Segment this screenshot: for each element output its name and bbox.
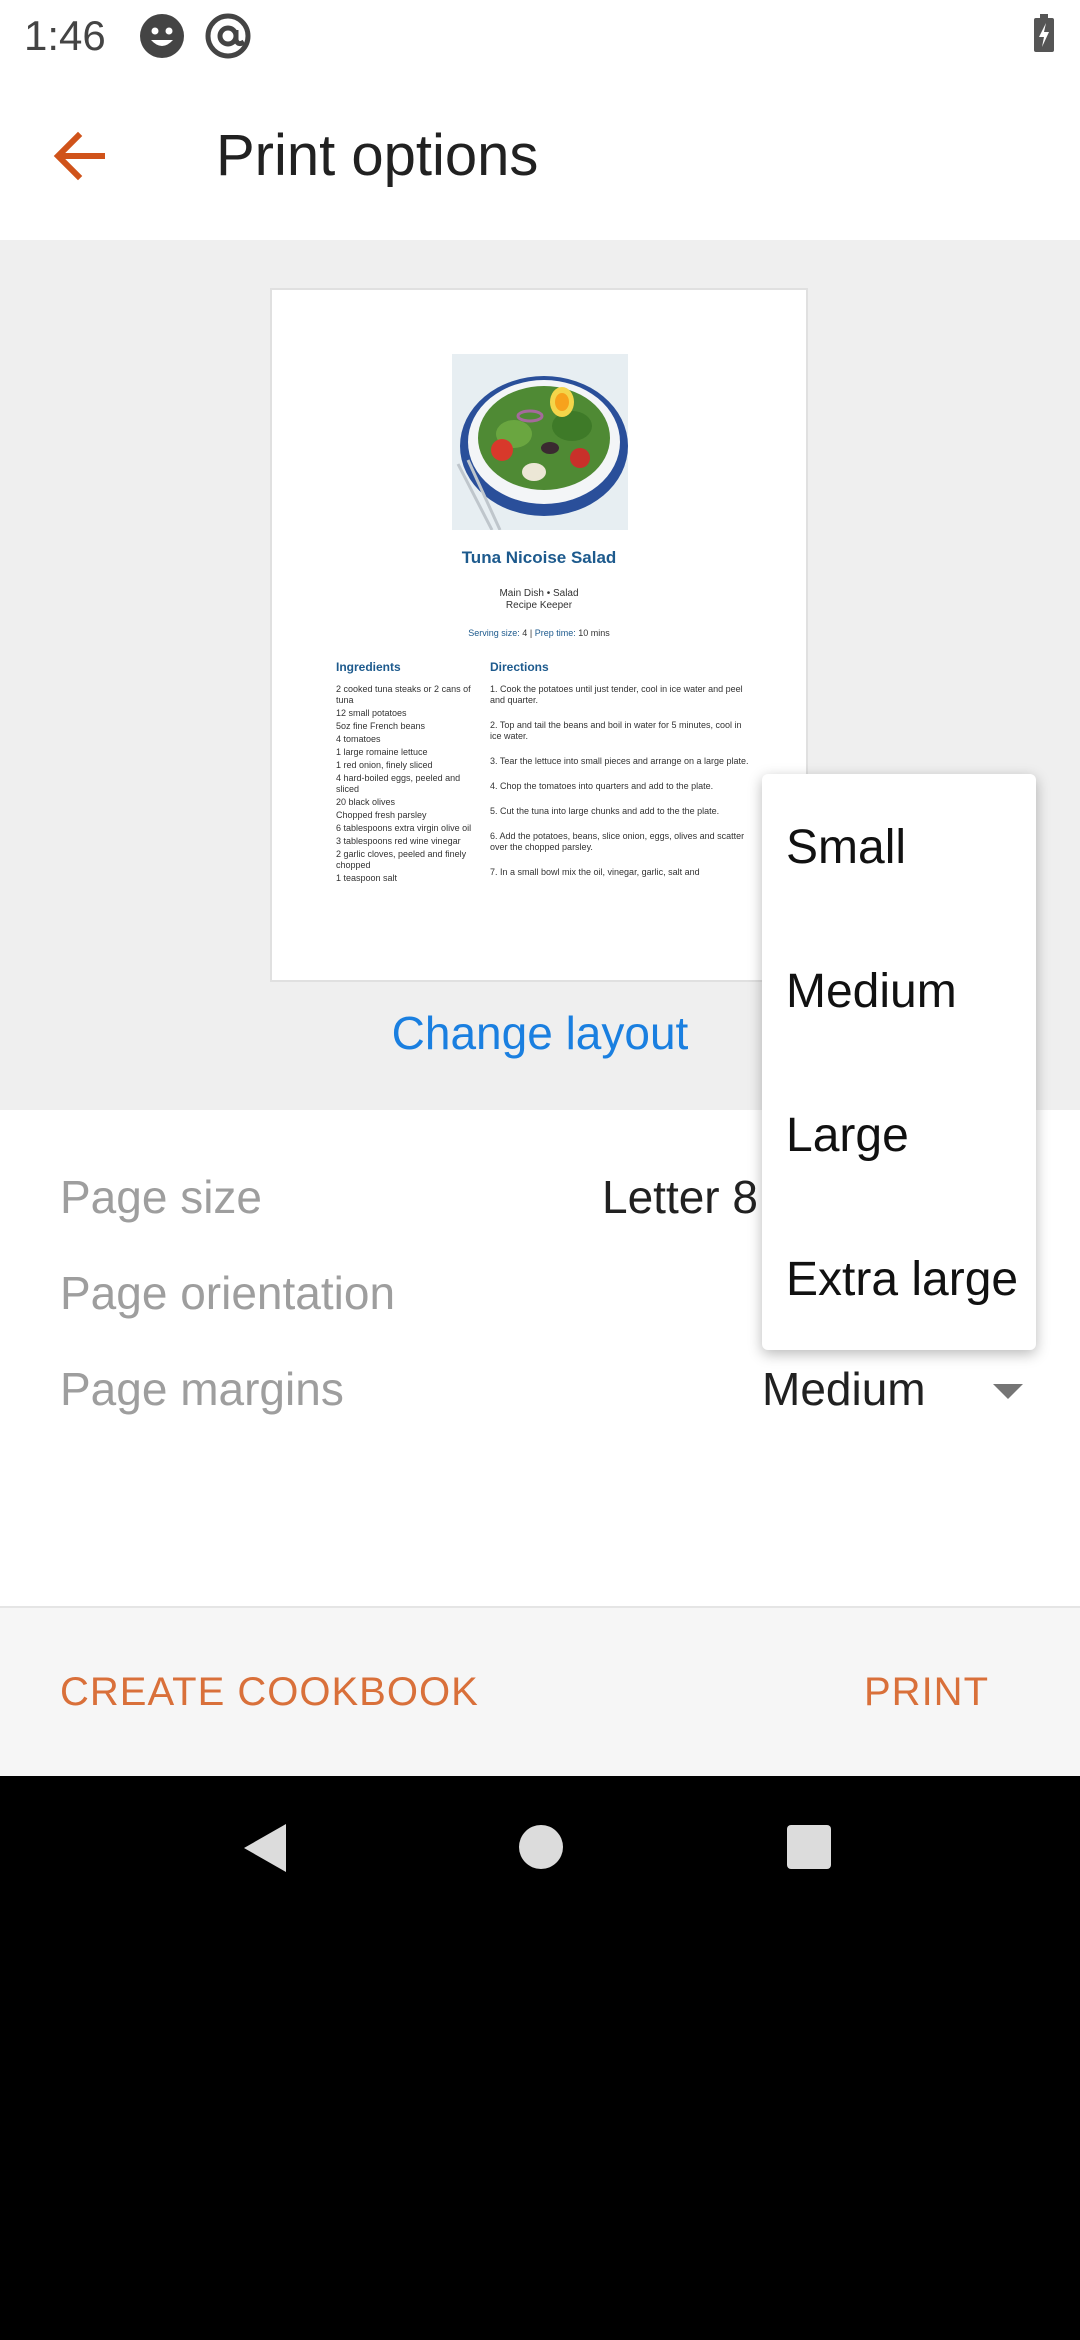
menu-item-extra-large[interactable]: Extra large — [762, 1206, 1036, 1350]
ingredient-item: 1 red onion, finely sliced — [336, 760, 433, 770]
ingredient-item: 3 tablespoons red wine vinegar — [336, 836, 461, 846]
menu-item-label: Medium — [786, 965, 957, 1018]
navigation-bar — [0, 1776, 1080, 1920]
page-margins-select[interactable]: Medium — [762, 1362, 926, 1416]
ingredient-item: 20 black olives — [336, 797, 396, 807]
menu-item-medium[interactable]: Medium — [762, 918, 1036, 1062]
status-time: 1:46 — [24, 12, 106, 59]
nav-home-icon[interactable] — [518, 1824, 564, 1870]
page-preview[interactable]: Tuna Nicoise Salad Main Dish • Salad Rec… — [270, 288, 808, 982]
chevron-down-icon[interactable] — [993, 1384, 1023, 1399]
nav-back-icon[interactable] — [240, 1822, 292, 1874]
page-size-select[interactable]: Letter 8 — [602, 1170, 758, 1224]
at-sign-icon — [205, 13, 251, 59]
page-title: Print options — [216, 123, 539, 188]
direction-item: 6. Add the potatoes, beans, slice onion,… — [490, 831, 745, 852]
print-button[interactable]: PRINT — [864, 1670, 989, 1715]
menu-item-label: Large — [786, 1109, 909, 1162]
ingredients-list: 2 cooked tuna steaks or 2 cans of tuna 1… — [336, 684, 476, 886]
ingredient-item: 2 garlic cloves, peeled and finely chopp… — [336, 849, 467, 870]
direction-item: 4. Chop the tomatoes into quarters and a… — [490, 781, 714, 791]
ingredient-item: 2 cooked tuna steaks or 2 cans of tuna — [336, 684, 471, 705]
prep-label: Prep time: — [534, 628, 576, 638]
recipe-title: Tuna Nicoise Salad — [461, 548, 617, 567]
direction-item: 2. Top and tail the beans and boil in wa… — [490, 720, 742, 741]
recipe-source: Recipe Keeper — [505, 600, 573, 611]
ingredient-item: 4 tomatoes — [336, 734, 381, 744]
serving-label: Serving size: — [468, 628, 520, 638]
menu-item-large[interactable]: Large — [762, 1062, 1036, 1206]
menu-item-small[interactable]: Small — [762, 774, 1036, 918]
app-bar: Print options — [0, 72, 1080, 240]
info-separator: | — [529, 628, 533, 638]
recipe-category: Main Dish • Salad — [499, 588, 579, 599]
directions-list: 1. Cook the potatoes until just tender, … — [490, 684, 750, 892]
ingredient-item: 6 tablespoons extra virgin olive oil — [336, 823, 472, 833]
ingredient-item: 12 small potatoes — [336, 708, 407, 718]
menu-item-label: Extra large — [786, 1253, 1019, 1306]
ingredient-item: 4 hard-boiled eggs, peeled and sliced — [336, 773, 461, 794]
recipe-meta: Main Dish • Salad Recipe Keeper — [272, 588, 806, 612]
ingredient-item: 1 teaspoon salt — [336, 873, 398, 883]
face-icon — [140, 14, 184, 58]
directions-heading: Directions — [490, 660, 549, 674]
recipe-photo — [452, 354, 628, 530]
margins-dropdown-menu: Small Medium Large Extra large — [762, 774, 1036, 1350]
prep-value: 10 mins — [578, 628, 610, 638]
ingredients-heading: Ingredients — [336, 660, 401, 674]
ingredient-item: Chopped fresh parsley — [336, 810, 427, 820]
menu-item-label: Small — [786, 821, 907, 874]
direction-item: 1. Cook the potatoes until just tender, … — [490, 684, 743, 705]
page-orientation-label: Page orientation — [60, 1267, 396, 1319]
direction-item: 3. Tear the lettuce into small pieces an… — [490, 756, 749, 766]
direction-item: 5. Cut the tuna into large chunks and ad… — [490, 806, 720, 816]
bottom-action-bar: CREATE COOKBOOK PRINT — [0, 1606, 1080, 1776]
nav-recents-icon[interactable] — [786, 1824, 832, 1870]
direction-item: 7. In a small bowl mix the oil, vinegar,… — [490, 867, 700, 877]
arrow-back-icon[interactable] — [44, 116, 124, 196]
create-cookbook-button[interactable]: CREATE COOKBOOK — [60, 1670, 479, 1715]
page-size-label: Page size — [60, 1171, 263, 1223]
serving-value: 4 — [522, 628, 528, 638]
ingredient-item: 1 large romaine lettuce — [336, 747, 428, 757]
recipe-info: Serving size: 4 | Prep time: 10 mins — [272, 628, 806, 638]
status-bar: 1:46 — [0, 0, 1080, 72]
battery-charging-icon — [1034, 14, 1054, 52]
page-margins-label: Page margins — [60, 1363, 344, 1415]
salad-image — [452, 354, 628, 530]
app-screen: 1:46 Print options Tuna Nicoise Salad Ma… — [0, 0, 1080, 1776]
ingredient-item: 5oz fine French beans — [336, 721, 426, 731]
